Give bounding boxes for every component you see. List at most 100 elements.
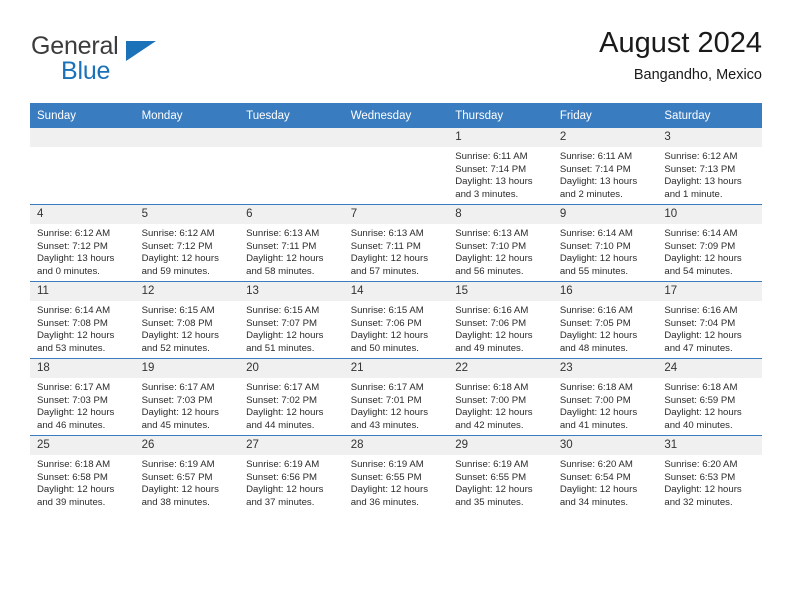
calendar-day-cell[interactable]: 17 Sunrise: 6:16 AM Sunset: 7:04 PM Dayligh… (657, 281, 762, 359)
daylight-text: Daylight: 12 hours and 44 minutes. (246, 407, 324, 431)
day-number: 24 (657, 359, 762, 378)
calendar-day-cell[interactable]: 29 Sunrise: 6:19 AM Sunset: 6:55 PM Dayligh… (448, 435, 553, 512)
sunset-text: Sunset: 7:10 PM (455, 240, 527, 252)
day-number: 31 (657, 436, 762, 455)
day-number: 26 (134, 436, 240, 455)
calendar-day-cell[interactable]: 27 Sunrise: 6:19 AM Sunset: 6:56 PM Dayligh… (239, 435, 344, 512)
calendar-day-cell[interactable]: 11 Sunrise: 6:14 AM Sunset: 7:08 PM Dayligh… (30, 281, 135, 359)
day-number: 5 (134, 205, 240, 224)
calendar-day-cell[interactable]: 24 Sunrise: 6:18 AM Sunset: 6:59 PM Dayligh… (657, 358, 762, 436)
sunrise-text: Sunrise: 6:16 AM (664, 305, 738, 316)
sunrise-text: Sunrise: 6:20 AM (664, 459, 738, 470)
calendar-day-cell[interactable]: 28 Sunrise: 6:19 AM Sunset: 6:55 PM Dayligh… (343, 435, 449, 512)
calendar-day-cell[interactable]: 10 Sunrise: 6:14 AM Sunset: 7:09 PM Dayligh… (657, 204, 762, 282)
calendar-page: General Blue August 2024 Bangandho, Mexi… (0, 0, 792, 612)
calendar-day-cell[interactable]: 12 Sunrise: 6:15 AM Sunset: 7:08 PM Dayligh… (134, 281, 240, 359)
sunset-text: Sunset: 6:55 PM (350, 471, 422, 483)
sunrise-text: Sunrise: 6:16 AM (455, 305, 529, 316)
daylight-text: Daylight: 12 hours and 40 minutes. (664, 407, 742, 431)
calendar-day-cell[interactable]: 8 Sunrise: 6:13 AM Sunset: 7:10 PM Daylight… (448, 204, 553, 282)
day-sun-info: Sunrise: 6:13 AM Sunset: 7:10 PM Daylight:… (448, 224, 553, 278)
calendar-day-cell[interactable]: 25 Sunrise: 6:18 AM Sunset: 6:58 PM Dayligh… (30, 435, 135, 512)
sunrise-text: Sunrise: 6:16 AM (559, 305, 633, 316)
daylight-text: Daylight: 12 hours and 41 minutes. (559, 407, 638, 431)
calendar-day-cell[interactable]: 31 Sunrise: 6:20 AM Sunset: 6:53 PM Dayligh… (657, 435, 762, 512)
daylight-text: Daylight: 12 hours and 52 minutes. (141, 330, 219, 354)
calendar-day-cell[interactable]: 1 Sunrise: 6:11 AM Sunset: 7:14 PM Daylight… (448, 128, 553, 205)
calendar-day-cell[interactable]: 23 Sunrise: 6:18 AM Sunset: 7:00 PM Dayligh… (552, 358, 658, 436)
sunrise-text: Sunrise: 6:19 AM (246, 459, 320, 470)
day-number: 29 (448, 436, 553, 455)
sunset-text: Sunset: 7:04 PM (664, 317, 736, 329)
calendar-day-cell[interactable]: 16 Sunrise: 6:16 AM Sunset: 7:05 PM Dayligh… (552, 281, 658, 359)
day-sun-info: Sunrise: 6:17 AM Sunset: 7:02 PM Daylight:… (239, 378, 344, 432)
day-number: 28 (343, 436, 449, 455)
logo-triangle-icon (126, 41, 156, 61)
daylight-text: Daylight: 12 hours and 36 minutes. (350, 484, 429, 508)
sunrise-text: Sunrise: 6:11 AM (455, 151, 528, 162)
calendar-day-cell-empty (239, 128, 344, 205)
general-blue-logo[interactable]: General Blue (30, 34, 250, 92)
daylight-text: Daylight: 12 hours and 48 minutes. (559, 330, 638, 354)
calendar-day-cell[interactable]: 18 Sunrise: 6:17 AM Sunset: 7:03 PM Dayligh… (30, 358, 135, 436)
sunrise-text: Sunrise: 6:18 AM (455, 382, 529, 393)
day-number: 21 (343, 359, 449, 378)
sunset-text: Sunset: 7:06 PM (350, 317, 422, 329)
day-number: 8 (448, 205, 553, 224)
day-number: 27 (239, 436, 344, 455)
daylight-text: Daylight: 13 hours and 3 minutes. (455, 176, 533, 200)
calendar-day-cell[interactable]: 22 Sunrise: 6:18 AM Sunset: 7:00 PM Dayligh… (448, 358, 553, 436)
calendar-week-row: 1 Sunrise: 6:11 AM Sunset: 7:14 PM Daylight… (30, 128, 762, 205)
day-number: 4 (30, 205, 135, 224)
calendar-day-cell[interactable]: 6 Sunrise: 6:13 AM Sunset: 7:11 PM Daylight… (239, 204, 344, 282)
calendar-day-cell[interactable]: 4 Sunrise: 6:12 AM Sunset: 7:12 PM Daylight… (30, 204, 135, 282)
sunrise-text: Sunrise: 6:13 AM (455, 228, 529, 239)
day-sun-info: Sunrise: 6:12 AM Sunset: 7:12 PM Daylight:… (135, 224, 240, 278)
calendar-day-cell[interactable]: 5 Sunrise: 6:12 AM Sunset: 7:12 PM Daylight… (134, 204, 240, 282)
sunset-text: Sunset: 7:03 PM (141, 394, 213, 406)
day-number: 25 (30, 436, 135, 455)
calendar-day-cell[interactable]: 7 Sunrise: 6:13 AM Sunset: 7:11 PM Daylight… (343, 204, 449, 282)
calendar-week-row: 11 Sunrise: 6:14 AM Sunset: 7:08 PM Dayligh… (30, 281, 762, 359)
sunset-text: Sunset: 7:14 PM (455, 163, 527, 175)
daylight-text: Daylight: 12 hours and 34 minutes. (559, 484, 638, 508)
daylight-text: Daylight: 12 hours and 53 minutes. (37, 330, 115, 354)
day-sun-info: Sunrise: 6:13 AM Sunset: 7:11 PM Daylight:… (344, 224, 449, 278)
calendar-day-cell[interactable]: 20 Sunrise: 6:17 AM Sunset: 7:02 PM Dayligh… (239, 358, 344, 436)
sunrise-text: Sunrise: 6:18 AM (664, 382, 738, 393)
daylight-text: Daylight: 12 hours and 45 minutes. (141, 407, 219, 431)
calendar-day-cell[interactable]: 2 Sunrise: 6:11 AM Sunset: 7:14 PM Daylight… (552, 128, 658, 205)
calendar-day-cell[interactable]: 9 Sunrise: 6:14 AM Sunset: 7:10 PM Daylight… (552, 204, 658, 282)
calendar-day-cell[interactable]: 19 Sunrise: 6:17 AM Sunset: 7:03 PM Dayligh… (134, 358, 240, 436)
calendar-body: 1 Sunrise: 6:11 AM Sunset: 7:14 PM Daylight… (30, 128, 762, 512)
sunrise-text: Sunrise: 6:17 AM (37, 382, 111, 393)
sunset-text: Sunset: 6:59 PM (664, 394, 736, 406)
day-number: 12 (134, 282, 240, 301)
day-number: 6 (239, 205, 344, 224)
daylight-text: Daylight: 12 hours and 56 minutes. (455, 253, 533, 277)
sunrise-text: Sunrise: 6:17 AM (350, 382, 424, 393)
calendar-day-cell[interactable]: 14 Sunrise: 6:15 AM Sunset: 7:06 PM Dayligh… (343, 281, 449, 359)
day-sun-info: Sunrise: 6:14 AM Sunset: 7:10 PM Daylight:… (553, 224, 658, 278)
day-sun-info: Sunrise: 6:18 AM Sunset: 6:59 PM Daylight:… (657, 378, 762, 432)
sunset-text: Sunset: 7:11 PM (246, 240, 317, 252)
calendar-day-cell[interactable]: 30 Sunrise: 6:20 AM Sunset: 6:54 PM Dayligh… (552, 435, 658, 512)
sunrise-text: Sunrise: 6:17 AM (246, 382, 320, 393)
calendar-day-cell[interactable]: 21 Sunrise: 6:17 AM Sunset: 7:01 PM Dayligh… (343, 358, 449, 436)
calendar-day-cell[interactable]: 15 Sunrise: 6:16 AM Sunset: 7:06 PM Dayligh… (448, 281, 553, 359)
day-number (134, 128, 240, 147)
day-sun-info: Sunrise: 6:18 AM Sunset: 6:58 PM Daylight:… (30, 455, 135, 509)
sunrise-text: Sunrise: 6:13 AM (246, 228, 320, 239)
calendar-day-cell[interactable]: 13 Sunrise: 6:15 AM Sunset: 7:07 PM Dayligh… (239, 281, 344, 359)
calendar-day-cell[interactable]: 26 Sunrise: 6:19 AM Sunset: 6:57 PM Dayligh… (134, 435, 240, 512)
day-sun-info: Sunrise: 6:15 AM Sunset: 7:08 PM Daylight:… (135, 301, 240, 355)
calendar-day-cell[interactable]: 3 Sunrise: 6:12 AM Sunset: 7:13 PM Daylight… (657, 128, 762, 205)
daylight-text: Daylight: 12 hours and 39 minutes. (37, 484, 115, 508)
day-sun-info: Sunrise: 6:17 AM Sunset: 7:03 PM Daylight:… (30, 378, 135, 432)
day-number: 9 (552, 205, 658, 224)
day-number: 7 (343, 205, 449, 224)
day-number (30, 128, 135, 147)
logo-text-blue: Blue (61, 57, 111, 85)
sunset-text: Sunset: 6:58 PM (37, 471, 108, 483)
day-number: 17 (657, 282, 762, 301)
